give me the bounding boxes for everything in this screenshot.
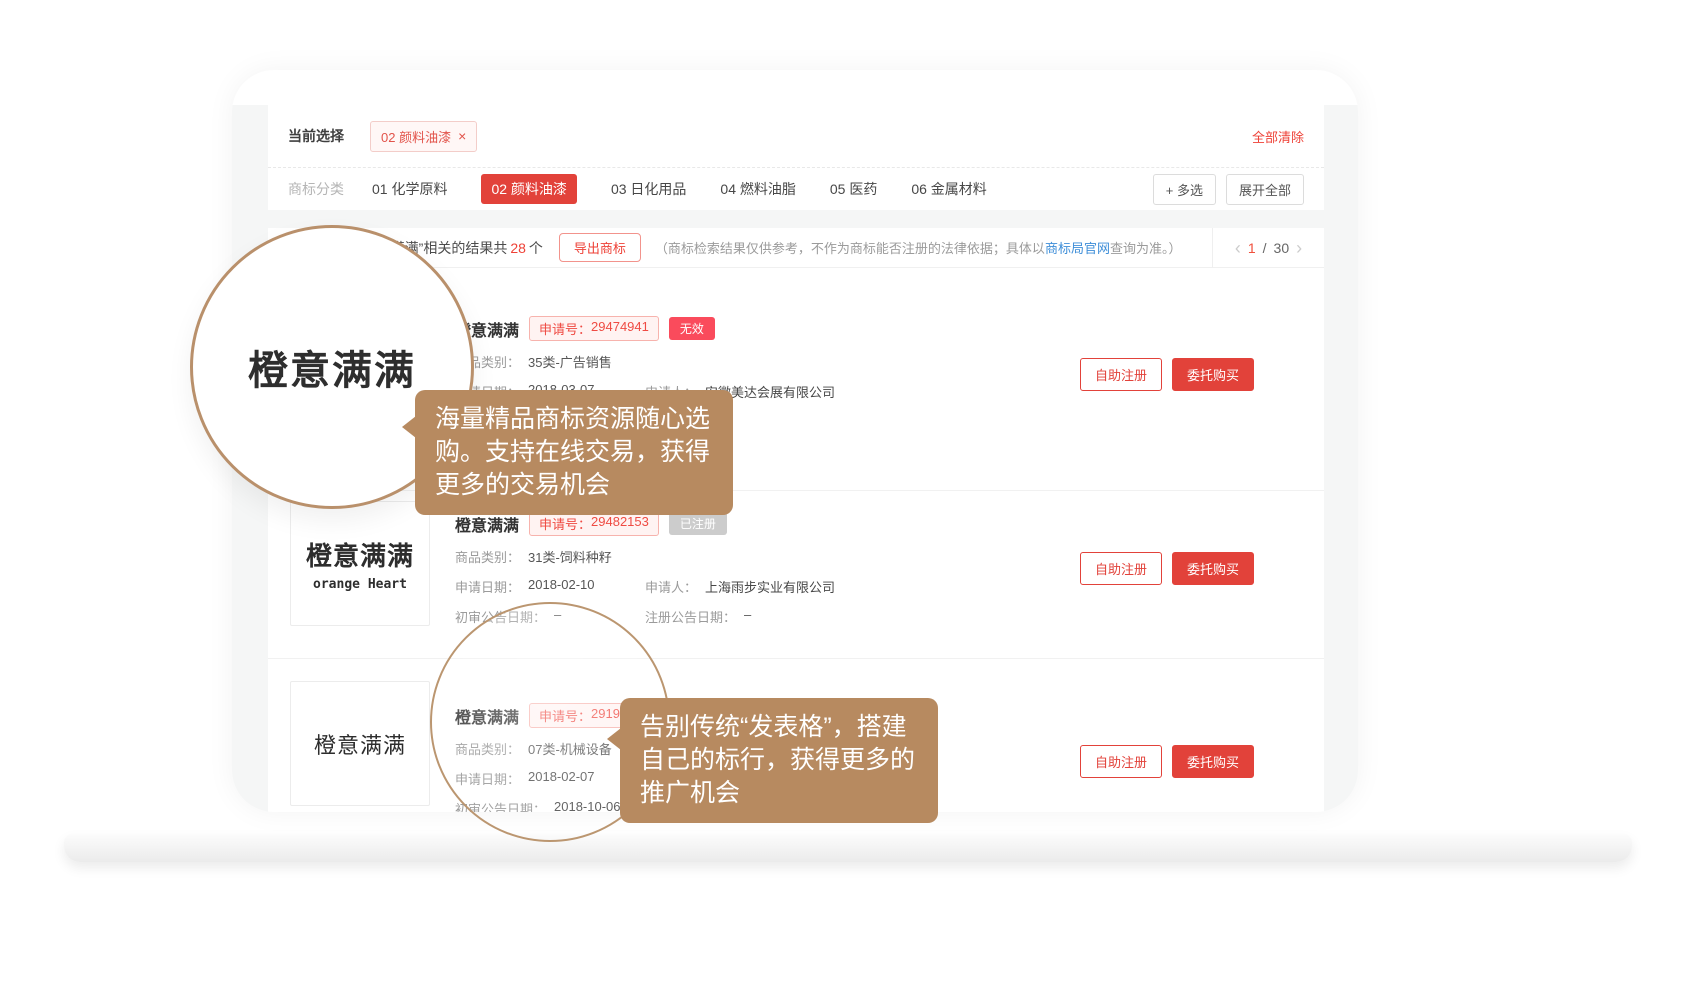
chevron-left-icon[interactable]: ‹ bbox=[1235, 239, 1241, 257]
row-actions: 自助注册 委托购买 bbox=[1080, 552, 1254, 585]
callout-line: 海量精品商标资源随心选 bbox=[435, 403, 713, 436]
category-item-01[interactable]: 01 化学原料 bbox=[372, 174, 447, 204]
row-actions: 自助注册 委托购买 bbox=[1080, 358, 1254, 391]
applicant-value: 上海雨步实业有限公司 bbox=[705, 577, 835, 596]
self-register-button[interactable]: 自助注册 bbox=[1080, 358, 1162, 391]
application-number-label: 申请号： bbox=[539, 319, 591, 338]
application-number-label: 申请号： bbox=[539, 706, 591, 725]
pagination-current: 1 bbox=[1248, 240, 1256, 256]
disclaimer-suffix: 查询为准。） bbox=[1110, 241, 1182, 256]
multi-select-button[interactable]: + 多选 bbox=[1153, 174, 1216, 205]
application-number-value: 29474941 bbox=[591, 319, 649, 338]
first-publication-value: – bbox=[554, 607, 561, 626]
current-selection-bar: 当前选择 02 颜料油漆 × 全部清除 bbox=[268, 105, 1324, 167]
entrust-buy-button[interactable]: 委托购买 bbox=[1172, 745, 1254, 778]
category-item-06[interactable]: 06 金属材料 bbox=[911, 174, 986, 204]
first-publication-label: 初审公告日期： bbox=[455, 799, 546, 812]
callout-line: 更多的交易机会 bbox=[435, 469, 713, 502]
selected-filter-tag-label: 02 颜料油漆 bbox=[381, 127, 451, 146]
category-item-03[interactable]: 03 日化用品 bbox=[611, 174, 686, 204]
callout-line: 推广机会 bbox=[640, 777, 918, 810]
field-line: 商品类别： 31类-饲料种籽 bbox=[455, 547, 835, 566]
application-number-label: 申请号： bbox=[539, 514, 591, 533]
callout-line: 告别传统“发表格”，搭建 bbox=[640, 711, 918, 744]
registration-publication-label: 注册公告日期： bbox=[645, 607, 736, 626]
pagination-total: 30 bbox=[1274, 240, 1290, 256]
field-line: 商品类别：35类-广告销售 bbox=[455, 352, 835, 371]
registration-publication-value: – bbox=[744, 607, 751, 626]
callout-bubble-promotion: 告别传统“发表格”，搭建 自己的标行，获得更多的 推广机会 bbox=[620, 698, 938, 823]
first-publication-label: 初审公告日期： bbox=[455, 607, 546, 626]
self-register-button[interactable]: 自助注册 bbox=[1080, 552, 1162, 585]
close-icon[interactable]: × bbox=[458, 129, 466, 143]
entrust-buy-button[interactable]: 委托购买 bbox=[1172, 552, 1254, 585]
applicant-label: 申请人： bbox=[645, 577, 697, 596]
pagination-divider: / bbox=[1263, 240, 1267, 256]
disclaimer: （商标检索结果仅供参考，不作为商标能否注册的法律依据；具体以商标局官网查询为准。… bbox=[655, 238, 1182, 257]
field-line: 申请日期： 2018-02-10 申请人： 上海雨步实业有限公司 bbox=[455, 577, 835, 596]
apply-date-value: 2018-02-07 bbox=[528, 769, 595, 788]
self-register-button[interactable]: 自助注册 bbox=[1080, 745, 1162, 778]
callout-tail-icon bbox=[607, 728, 621, 750]
category-field-value: 07类-机械设备 bbox=[528, 739, 612, 758]
category-field-label: 商品类别： bbox=[455, 739, 520, 758]
laptop-base bbox=[64, 834, 1632, 862]
trademark-image-text: 橙意满满 bbox=[306, 536, 414, 573]
trademark-thumbnail[interactable]: 橙意满满 orange Heart bbox=[290, 501, 430, 626]
application-number-tag: 申请号：29474941 bbox=[529, 316, 659, 341]
trademark-image-subtext: orange Heart bbox=[313, 577, 407, 592]
apply-date-label: 申请日期： bbox=[455, 769, 520, 788]
category-bar: 商标分类 01 化学原料 02 颜料油漆 03 日化用品 04 燃料油脂 05 … bbox=[268, 167, 1324, 210]
callout-line: 购。支持在线交易，获得 bbox=[435, 436, 713, 469]
application-number-value: 29482153 bbox=[591, 514, 649, 533]
category-item-05[interactable]: 05 医药 bbox=[830, 174, 877, 204]
category-actions: + 多选 展开全部 bbox=[1153, 174, 1304, 205]
results-count-suffix: 个 bbox=[529, 238, 543, 258]
current-selection-label: 当前选择 bbox=[288, 126, 344, 146]
category-field-value: 35类-广告销售 bbox=[528, 352, 612, 371]
trademark-name: 橙意满满 bbox=[455, 704, 519, 728]
results-count: 28 bbox=[510, 240, 526, 256]
pagination: ‹ 1 / 30 › bbox=[1212, 228, 1324, 268]
result-row-content: 橙意满满 申请号：29474941 无效 商品类别：35类-广告销售 申请日期：… bbox=[455, 316, 835, 401]
apply-date-value: 2018-02-10 bbox=[528, 577, 595, 596]
row-actions: 自助注册 委托购买 bbox=[1080, 745, 1254, 778]
export-trademarks-button[interactable]: 导出商标 bbox=[559, 233, 641, 262]
trademark-image-text: 橙意满满 bbox=[314, 728, 406, 760]
category-item-02-selected[interactable]: 02 颜料油漆 bbox=[481, 174, 576, 204]
trademark-thumbnail[interactable]: 橙意满满 bbox=[290, 681, 430, 806]
category-field-label: 商品类别： bbox=[455, 547, 520, 566]
first-publication-value: 2018-10-06 bbox=[554, 799, 621, 812]
filter-card: 当前选择 02 颜料油漆 × 全部清除 商标分类 01 化学原料 02 颜料油漆… bbox=[268, 105, 1324, 210]
selected-filter-tag[interactable]: 02 颜料油漆 × bbox=[370, 121, 477, 152]
category-bar-label: 商标分类 bbox=[288, 179, 344, 199]
category-item-04[interactable]: 04 燃料油脂 bbox=[720, 174, 795, 204]
status-badge: 无效 bbox=[669, 317, 715, 340]
trademark-name: 橙意满满 bbox=[455, 512, 519, 536]
callout-tail-icon bbox=[402, 416, 416, 438]
field-line: 初审公告日期：– 注册公告日期：– bbox=[455, 607, 835, 626]
status-badge: 已注册 bbox=[669, 512, 727, 535]
magnified-trademark-text: 橙意满满 bbox=[248, 338, 416, 396]
chevron-right-icon[interactable]: › bbox=[1296, 239, 1302, 257]
clear-all-button[interactable]: 全部清除 bbox=[1252, 127, 1304, 146]
trademark-office-link[interactable]: 商标局官网 bbox=[1045, 241, 1110, 256]
page: 当前选择 02 颜料油漆 × 全部清除 商标分类 01 化学原料 02 颜料油漆… bbox=[0, 0, 1696, 1002]
result-row-content: 橙意满满 申请号：29482153 已注册 商品类别： 31类-饲料种籽 申请日期… bbox=[455, 511, 835, 626]
result-row: 橙意满满 orange Heart 橙意满满 申请号：29482153 已注册 … bbox=[268, 490, 1324, 658]
category-field-value: 31类-饲料种籽 bbox=[528, 547, 612, 566]
callout-line: 自己的标行，获得更多的 bbox=[640, 744, 918, 777]
disclaimer-prefix: （商标检索结果仅供参考，不作为商标能否注册的法律依据；具体以 bbox=[655, 241, 1045, 256]
expand-all-button[interactable]: 展开全部 bbox=[1226, 174, 1304, 205]
result-title-line: 橙意满满 申请号：29474941 无效 bbox=[455, 316, 835, 341]
apply-date-label: 申请日期： bbox=[455, 577, 520, 596]
callout-bubble-marketplace: 海量精品商标资源随心选 购。支持在线交易，获得 更多的交易机会 bbox=[415, 390, 733, 515]
entrust-buy-button[interactable]: 委托购买 bbox=[1172, 358, 1254, 391]
